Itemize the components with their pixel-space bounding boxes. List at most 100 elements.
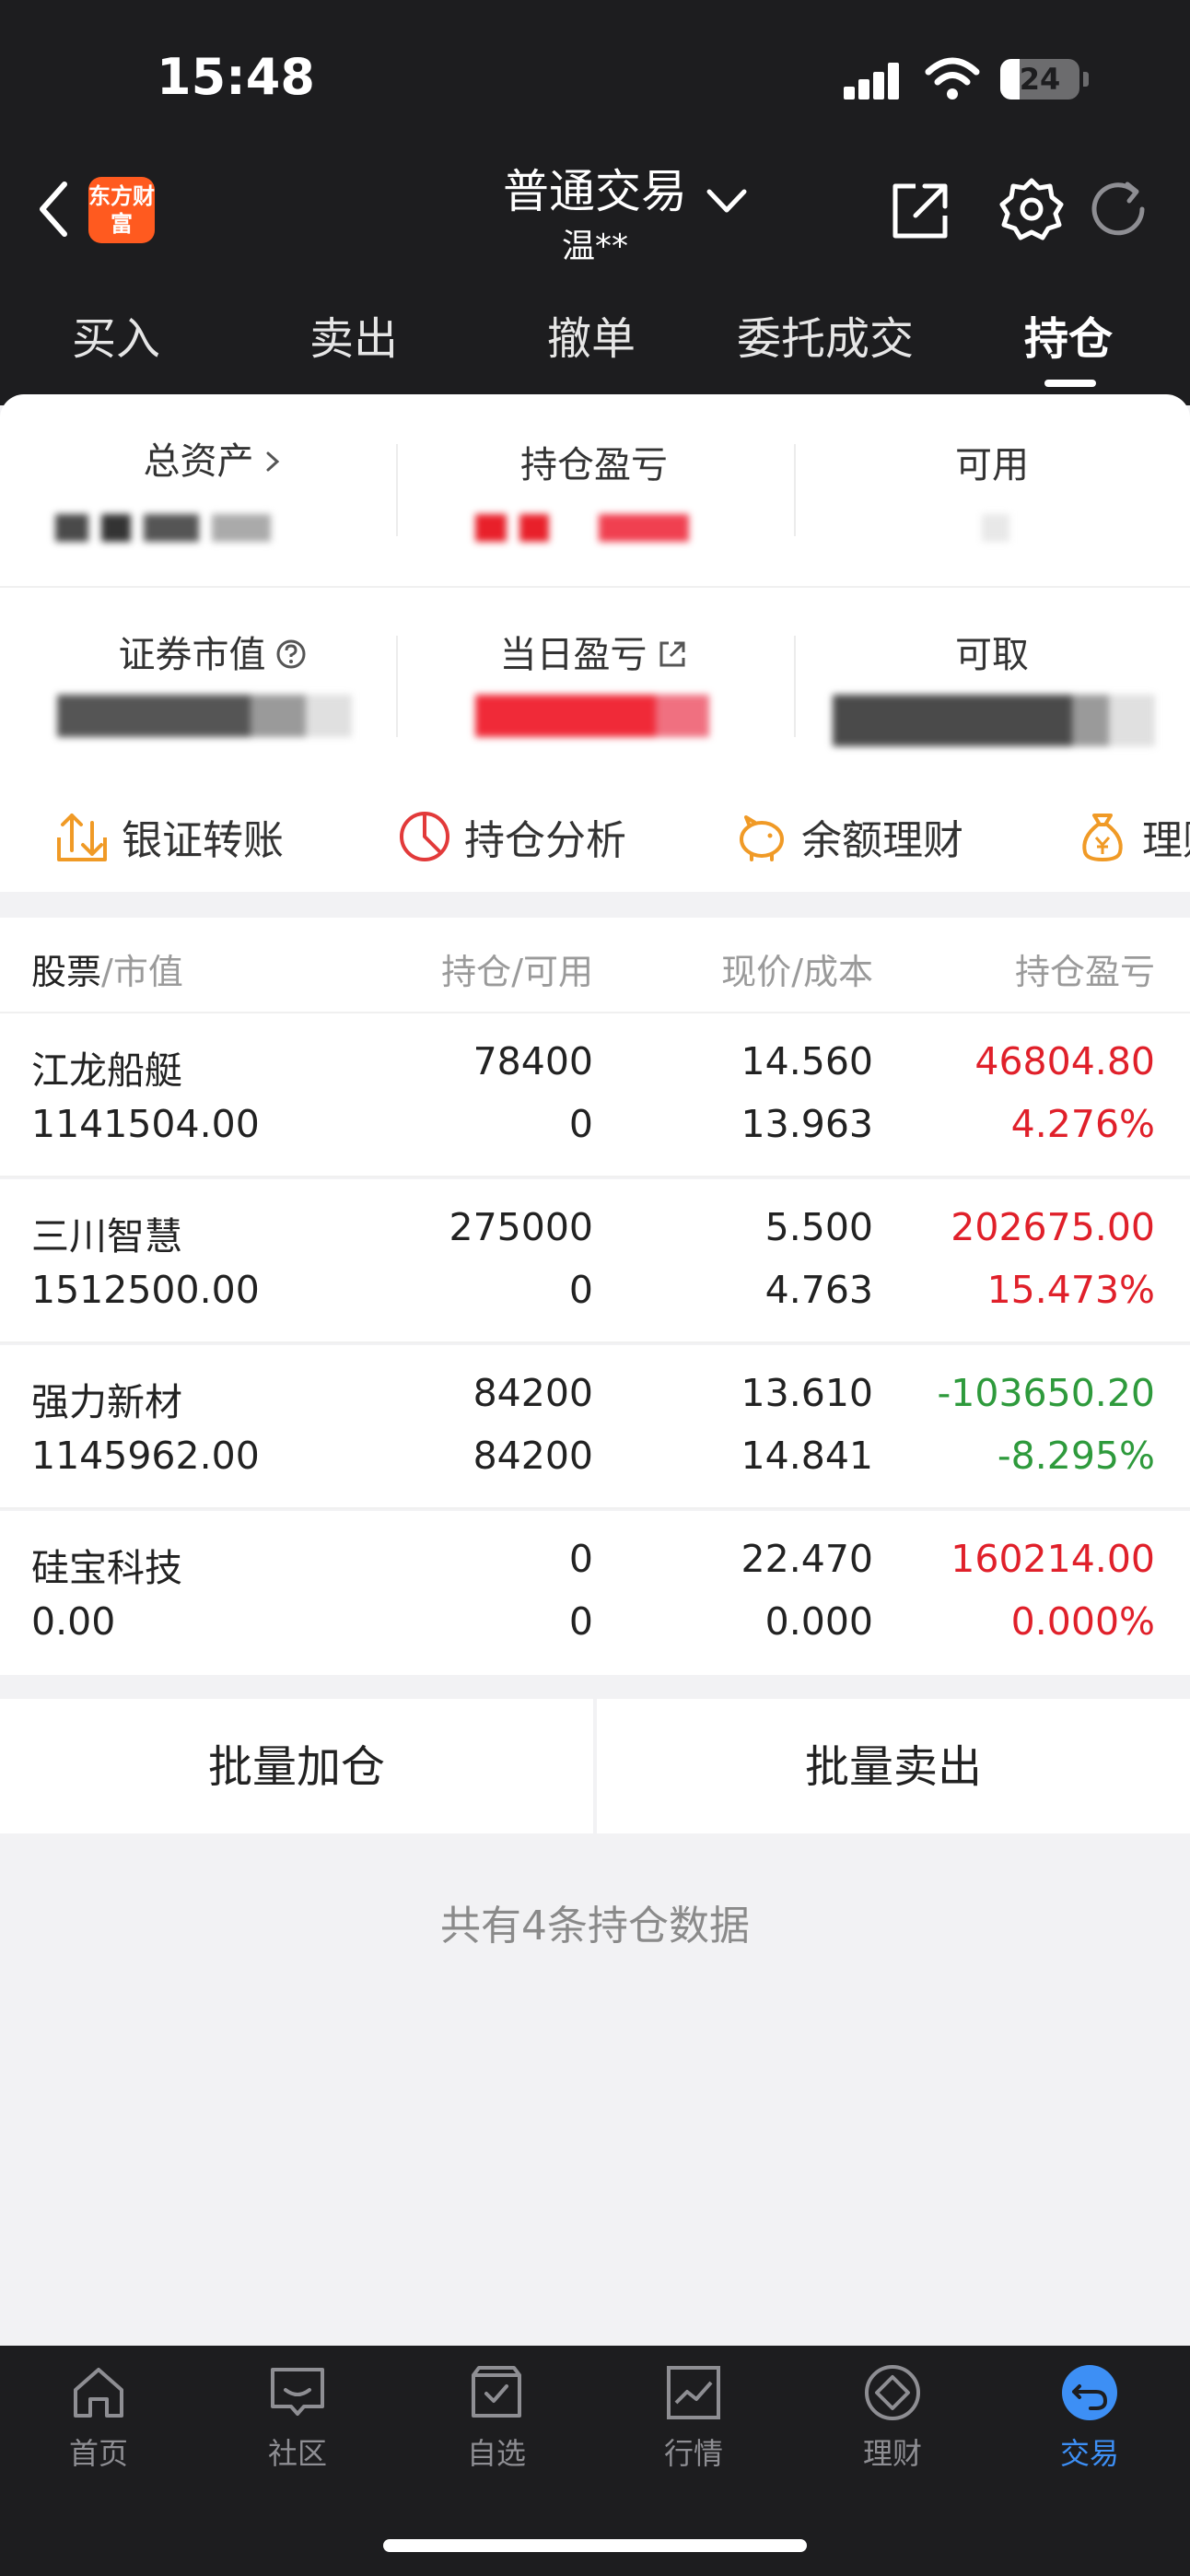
tab-buy[interactable]: 买入 (72, 302, 160, 367)
tab-sell[interactable]: 卖出 (309, 302, 398, 367)
battery-percent: 24 (1019, 62, 1061, 97)
batch-sell-button[interactable]: 批量卖出 (597, 1699, 1190, 1833)
stock-name: 江龙船艇 (31, 1048, 182, 1093)
masked-value (475, 514, 702, 545)
nav-home-label: 首页 (68, 2436, 128, 2471)
chevron-down-icon[interactable] (704, 184, 750, 217)
row-separator (0, 1176, 1190, 1177)
current-price: 14.560 (741, 1039, 873, 1083)
stock-name: 强力新材 (31, 1380, 182, 1424)
nav-market-label: 行情 (663, 2436, 723, 2471)
position-pl-percent: -8.295% (997, 1434, 1155, 1478)
pie-chart-icon (400, 812, 449, 861)
balance-wealth-label: 余额理财 (801, 817, 963, 864)
col-pl-label: 持仓盈亏 (1014, 952, 1155, 992)
home-icon (74, 2368, 123, 2418)
help-icon[interactable] (274, 638, 308, 671)
page: 15:48 24 东方财富 普通交易 温** 买入 卖出 撤单 委托成交 持仓 … (0, 0, 1190, 2576)
nav-watchlist[interactable]: 自选 (437, 2362, 556, 2473)
col-stock-label: 股票 (31, 952, 102, 992)
position-analysis-label: 持仓分析 (464, 817, 626, 864)
chevron-right-icon (266, 451, 279, 472)
holdings-count-note: 共有4条持仓数据 (440, 1903, 750, 1950)
share-icon[interactable] (888, 179, 952, 243)
stock-name: 三川智慧 (31, 1214, 182, 1259)
cost-price: 13.963 (741, 1102, 873, 1146)
diamond-icon (865, 2365, 920, 2420)
external-link-icon[interactable] (656, 638, 689, 671)
masked-value (982, 514, 1022, 545)
holdings-table-header: 股票/市值 持仓/可用 现价/成本 持仓盈亏 (0, 918, 1190, 1013)
current-price: 22.470 (741, 1537, 873, 1581)
status-time: 15:48 (157, 48, 315, 106)
market-chart-icon (667, 2366, 720, 2419)
table-row[interactable]: 硅宝科技 0.00 0 0 22.470 0.000 160214.00 0.0… (0, 1511, 1190, 1675)
market-value: 1141504.00 (31, 1102, 260, 1146)
nav-watchlist-label: 自选 (466, 2436, 526, 2471)
position-pl-value: 160214.00 (951, 1537, 1155, 1581)
position-pl-percent: 4.276% (1010, 1102, 1155, 1146)
cellular-signal-icon (844, 63, 906, 100)
position-qty: 0 (568, 1537, 593, 1581)
daily-pl[interactable]: 当日盈亏 (396, 625, 792, 678)
daily-pl-label: 当日盈亏 (499, 634, 648, 676)
col-cost-label: /成本 (791, 952, 873, 992)
position-qty: 275000 (449, 1205, 593, 1249)
col-position-pl: 持仓盈亏 (1015, 943, 1155, 994)
position-analysis-button[interactable]: 持仓分析 (398, 800, 626, 873)
page-title-text: 普通交易 (503, 165, 687, 218)
nav-home[interactable]: 首页 (39, 2362, 158, 2473)
trade-icon (1062, 2365, 1117, 2420)
nav-wealth[interactable]: 理财 (833, 2362, 952, 2473)
refresh-icon[interactable] (1087, 179, 1148, 240)
col-price-label: 现价 (721, 952, 792, 992)
nav-wealth-label: 理财 (862, 2436, 922, 2471)
withdrawable-label: 可取 (955, 634, 1029, 676)
available-qty: 84200 (472, 1434, 593, 1478)
available-label: 可用 (955, 444, 1029, 486)
available-qty: 0 (568, 1268, 593, 1312)
nav-trade[interactable]: 交易 (1030, 2362, 1149, 2473)
position-pl-percent: 0.000% (1010, 1599, 1155, 1644)
table-row[interactable]: 三川智慧 1512500.00 275000 0 5.500 4.763 202… (0, 1179, 1190, 1343)
active-tab-indicator (1044, 380, 1096, 387)
position-pl-value: -103650.20 (937, 1371, 1155, 1415)
masked-value (475, 695, 722, 741)
market-value: 1512500.00 (31, 1268, 260, 1312)
tab-orders-trades[interactable]: 委托成交 (737, 302, 914, 367)
stock-name: 硅宝科技 (31, 1546, 182, 1590)
gear-icon[interactable] (998, 175, 1065, 241)
nav-community-label: 社区 (267, 2436, 327, 2471)
masked-value (55, 514, 284, 545)
cost-price: 4.763 (764, 1268, 873, 1312)
total-assets[interactable]: 总资产 (15, 431, 411, 485)
transfer-icon (57, 814, 107, 861)
available-qty: 0 (568, 1599, 593, 1644)
money-bag-icon (1082, 814, 1123, 862)
bank-transfer-button[interactable]: 银证转账 (55, 800, 284, 873)
cost-price: 14.841 (741, 1434, 873, 1478)
piggy-bank-icon (740, 815, 784, 861)
nav-community[interactable]: 社区 (238, 2362, 357, 2473)
balance-wealth-button[interactable]: 余额理财 (735, 800, 963, 873)
col-market-value-label: /市值 (101, 952, 183, 992)
header: 15:48 24 东方财富 普通交易 温** 买入 卖出 撤单 委托成交 持仓 (0, 0, 1190, 405)
home-indicator[interactable] (383, 2539, 807, 2552)
tab-positions[interactable]: 持仓 (1024, 302, 1113, 367)
current-price: 5.500 (764, 1205, 873, 1249)
table-row[interactable]: 江龙船艇 1141504.00 78400 0 14.560 13.963 46… (0, 1013, 1190, 1177)
tab-cancel-order[interactable]: 撤单 (547, 302, 636, 367)
col-stock-market-value: 股票/市值 (31, 943, 183, 994)
withdrawable-funds: 可取 (794, 625, 1190, 678)
wealth-management-button[interactable]: 理财 (1076, 800, 1190, 873)
nav-market[interactable]: 行情 (634, 2362, 753, 2473)
watchlist-icon (472, 2366, 521, 2418)
market-value: 1145962.00 (31, 1434, 260, 1478)
batch-add-button[interactable]: 批量加仓 (0, 1699, 593, 1833)
position-pl-value: 202675.00 (951, 1205, 1155, 1249)
current-price: 13.610 (741, 1371, 873, 1415)
available-funds: 可用 (794, 435, 1190, 488)
market-value[interactable]: 证券市值 (15, 625, 411, 678)
table-row[interactable]: 强力新材 1145962.00 84200 84200 13.610 14.84… (0, 1345, 1190, 1509)
cost-price: 0.000 (764, 1599, 873, 1644)
